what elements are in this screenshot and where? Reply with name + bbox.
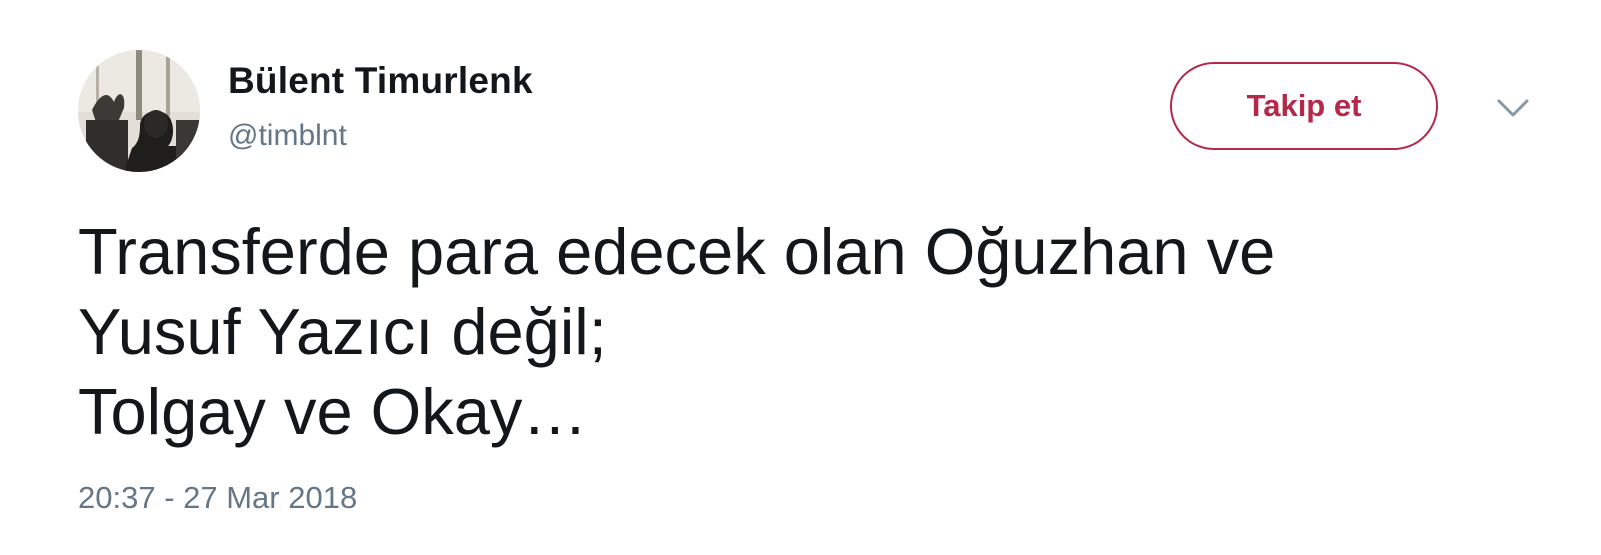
author-display-name[interactable]: Bülent Timurlenk xyxy=(228,60,533,102)
tweet-card: Bülent Timurlenk @timblnt Takip et Trans… xyxy=(0,0,1601,555)
tweet-text-line: Transferde para edecek olan Oğuzhan ve xyxy=(78,215,1276,288)
tweet-text-line: Tolgay ve Okay… xyxy=(78,375,588,448)
tweet-timestamp[interactable]: 20:37 - 27 Mar 2018 xyxy=(78,480,357,516)
tweet-text: Transferde para edecek olan Oğuzhan ve Y… xyxy=(78,212,1518,452)
follow-button[interactable]: Takip et xyxy=(1170,62,1438,150)
profile-photo-icon xyxy=(78,50,200,172)
tweet-text-line: Yusuf Yazıcı değil; xyxy=(78,295,607,368)
author-handle[interactable]: @timblnt xyxy=(228,119,347,153)
chevron-down-icon xyxy=(1497,99,1529,117)
author-avatar[interactable] xyxy=(78,50,200,172)
more-options-button[interactable] xyxy=(1496,96,1530,120)
